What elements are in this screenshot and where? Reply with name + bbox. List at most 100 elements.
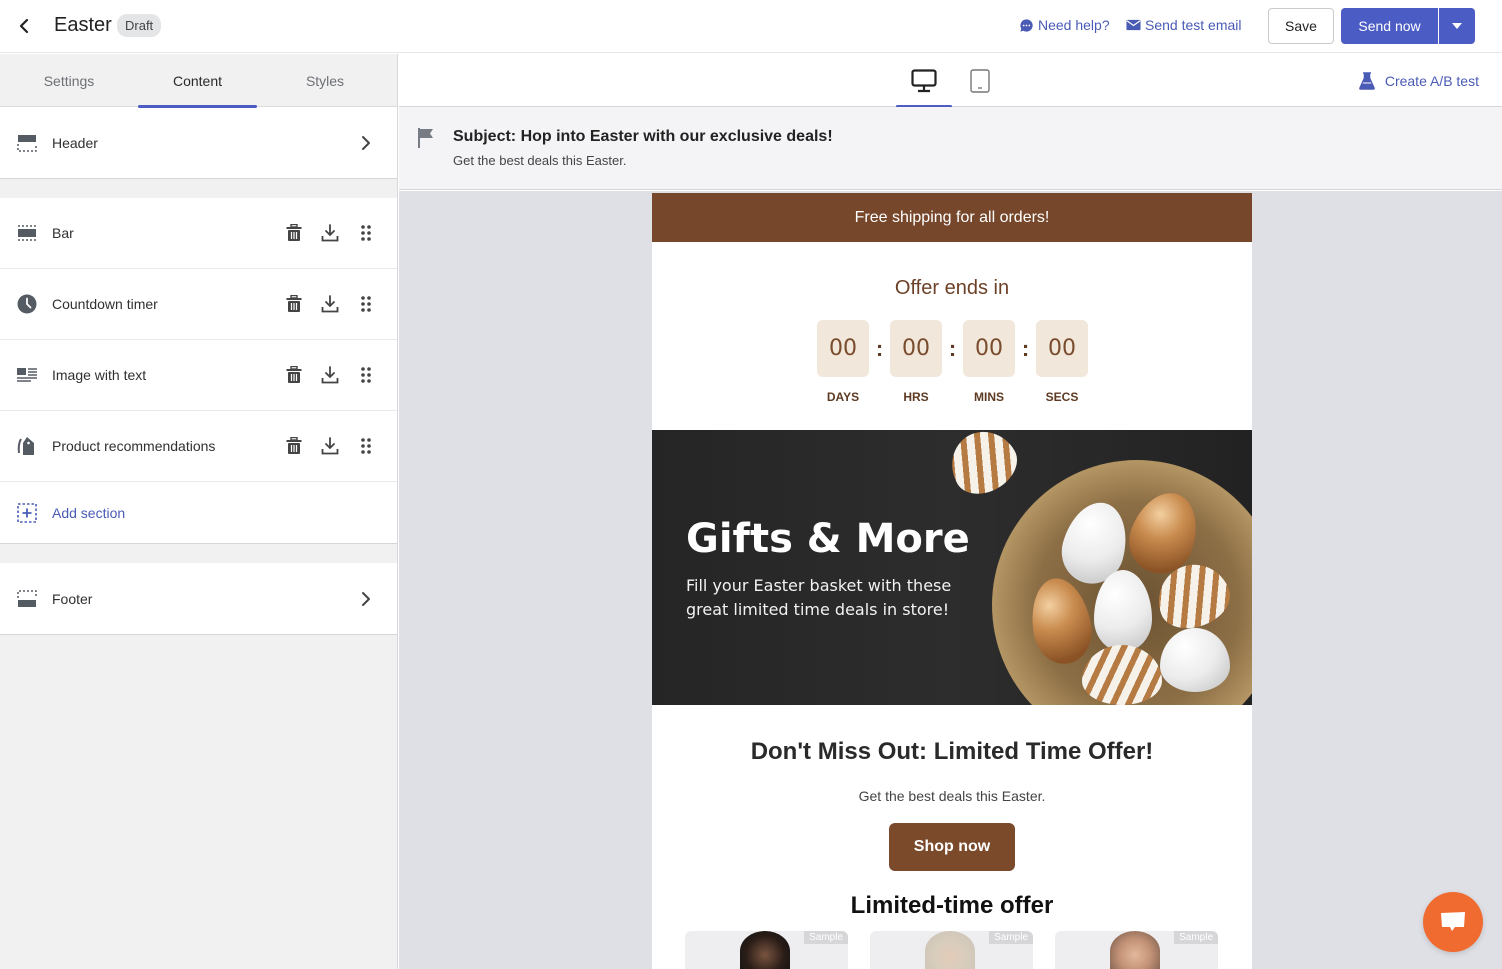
download-icon[interactable] xyxy=(320,365,340,385)
countdown-separator: : xyxy=(875,335,884,361)
download-icon[interactable] xyxy=(320,294,340,314)
section-row-image-with-text[interactable]: Image with text xyxy=(0,340,397,411)
tab-styles[interactable]: Styles xyxy=(257,54,393,107)
subject-bar: Subject: Hop into Easter with our exclus… xyxy=(399,107,1502,190)
countdown-timer[interactable]: 00 : 00 : 00 : 00 xyxy=(817,320,1088,377)
drag-handle-icon[interactable] xyxy=(356,365,376,385)
section-label: Product recommendations xyxy=(52,438,216,454)
tab-settings[interactable]: Settings xyxy=(0,54,138,107)
product-image xyxy=(740,931,790,969)
section-row-product-recommendations[interactable]: Product recommendations xyxy=(0,411,397,482)
chat-icon xyxy=(1441,912,1465,931)
product-card[interactable]: Sample xyxy=(685,931,848,969)
hero-title: Gifts & More xyxy=(686,516,970,562)
mobile-icon xyxy=(970,68,990,93)
products-title: Limited-time offer xyxy=(850,892,1054,919)
section-label: Footer xyxy=(52,590,93,607)
product-card[interactable]: Sample xyxy=(1055,931,1218,969)
chat-bubble-icon xyxy=(1020,18,1033,32)
tag-icon xyxy=(16,435,38,457)
image-text-icon xyxy=(16,364,38,386)
sections-group: Bar Countdown timer Image with text Prod… xyxy=(0,198,397,544)
section-label: Image with text xyxy=(52,367,147,383)
preview-toolbar: Create A/B test xyxy=(399,54,1502,108)
product-card[interactable]: Sample xyxy=(870,931,1033,969)
countdown-hours-value: 00 xyxy=(890,320,942,377)
product-image xyxy=(925,931,975,969)
countdown-seconds-value: 00 xyxy=(1036,320,1088,377)
need-help-label: Need help? xyxy=(1038,17,1110,33)
top-bar: Easter Draft Need help? Send test email … xyxy=(0,0,1502,53)
sample-tag: Sample xyxy=(1174,931,1218,944)
shop-now-button[interactable]: Shop now xyxy=(889,823,1015,871)
clock-icon xyxy=(16,293,38,315)
left-panel: Settings Content Styles Header Bar Count… xyxy=(0,54,398,969)
layout-footer-icon xyxy=(16,588,38,610)
drag-handle-icon[interactable] xyxy=(356,223,376,243)
desktop-view-button[interactable] xyxy=(896,54,952,108)
group-spacer xyxy=(0,179,397,198)
hero-text: Fill your Easter basket with these great… xyxy=(686,576,952,619)
delete-icon[interactable] xyxy=(284,365,304,385)
sample-tag: Sample xyxy=(989,931,1033,944)
add-section-button[interactable]: Add section xyxy=(0,482,397,543)
send-test-email-label: Send test email xyxy=(1145,17,1242,33)
countdown-labels: DAYS HRS MINS SECS xyxy=(817,390,1088,404)
chevron-right-icon[interactable] xyxy=(358,591,374,607)
announcement-bar[interactable]: Free shipping for all orders! xyxy=(652,193,1252,242)
add-section-label: Add section xyxy=(52,504,126,521)
countdown-title: Offer ends in xyxy=(894,277,1010,299)
cta-subtitle: Get the best deals this Easter. xyxy=(858,788,1046,804)
send-test-email-link[interactable]: Send test email xyxy=(1126,17,1242,33)
drag-handle-icon[interactable] xyxy=(356,294,376,314)
countdown-separator: : xyxy=(948,335,957,361)
countdown-hours-label: HRS xyxy=(903,390,929,404)
desktop-icon xyxy=(911,68,937,92)
tab-content[interactable]: Content xyxy=(138,54,257,108)
email-preview: Free shipping for all orders! Offer ends… xyxy=(652,193,1252,969)
group-spacer xyxy=(0,544,397,563)
countdown-minutes-label: MINS xyxy=(974,390,1004,404)
countdown-days-value: 00 xyxy=(817,320,869,377)
countdown-seconds-label: SECS xyxy=(1045,390,1079,404)
cta-title: Don't Miss Out: Limited Time Offer! xyxy=(750,738,1154,765)
section-row-footer[interactable]: Footer xyxy=(0,563,397,634)
mobile-view-button[interactable] xyxy=(952,54,1008,107)
layout-bar-icon xyxy=(16,222,38,244)
section-label: Header xyxy=(52,134,98,151)
caret-down-icon xyxy=(1452,23,1462,29)
save-button[interactable]: Save xyxy=(1268,8,1334,44)
hero-image-with-text[interactable]: Gifts & More Fill your Easter basket wit… xyxy=(652,430,1252,705)
page-title: Easter xyxy=(54,14,112,36)
download-icon[interactable] xyxy=(320,223,340,243)
sample-tag: Sample xyxy=(804,931,848,944)
countdown-separator: : xyxy=(1021,335,1030,361)
send-now-button[interactable]: Send now xyxy=(1341,8,1438,44)
envelope-icon xyxy=(1126,19,1141,31)
section-label: Bar xyxy=(52,225,74,241)
countdown-minutes-value: 00 xyxy=(963,320,1015,377)
send-options-dropdown[interactable] xyxy=(1439,8,1475,44)
delete-icon[interactable] xyxy=(284,294,304,314)
chevron-right-icon[interactable] xyxy=(358,135,374,151)
drag-handle-icon[interactable] xyxy=(356,436,376,456)
email-preheader: Get the best deals this Easter. xyxy=(453,153,627,168)
download-icon[interactable] xyxy=(320,436,340,456)
need-help-link[interactable]: Need help? xyxy=(1019,17,1110,33)
egg-image xyxy=(939,430,1027,505)
header-group: Header xyxy=(0,107,397,179)
section-row-header[interactable]: Header xyxy=(0,107,397,178)
section-row-bar[interactable]: Bar xyxy=(0,198,397,269)
product-recommendations: Sample Sample Sample xyxy=(685,931,1218,969)
delete-icon[interactable] xyxy=(284,436,304,456)
create-ab-test-link[interactable]: Create A/B test xyxy=(1358,72,1479,90)
back-button[interactable] xyxy=(14,14,34,38)
layout-header-icon xyxy=(16,132,38,154)
delete-icon[interactable] xyxy=(284,223,304,243)
footer-group: Footer xyxy=(0,563,397,635)
product-image xyxy=(1110,931,1160,969)
flask-icon xyxy=(1358,72,1375,90)
support-chat-button[interactable] xyxy=(1423,892,1483,952)
section-label: Countdown timer xyxy=(52,296,158,312)
section-row-countdown-timer[interactable]: Countdown timer xyxy=(0,269,397,340)
